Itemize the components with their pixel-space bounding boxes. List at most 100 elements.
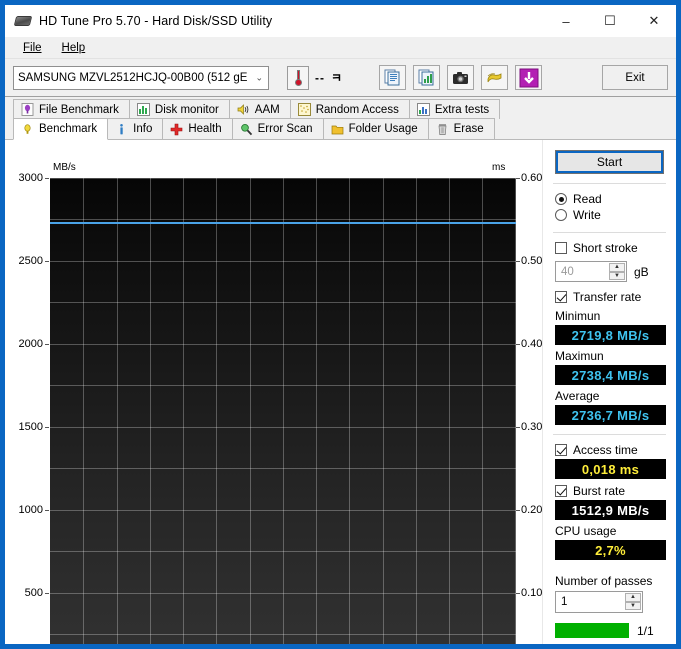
minimize-button[interactable]: – — [544, 5, 588, 37]
short-stroke-label: Short stroke — [573, 241, 638, 255]
disk-monitor-icon — [136, 103, 150, 116]
tab-erase[interactable]: Erase — [427, 118, 495, 140]
short-stroke-checkbox-indicator — [555, 242, 567, 254]
tab-disk-monitor[interactable]: Disk monitor — [128, 99, 230, 119]
benchmark-options-panel: Start Read Write Short stroke 40 ▲ ▼ gB … — [542, 140, 676, 644]
temperature-display: -- ㅋ — [287, 65, 343, 90]
divider-3 — [553, 434, 666, 435]
passes-input[interactable]: 1 ▲ ▼ — [555, 591, 643, 613]
transfer-rate-label: Transfer rate — [573, 290, 642, 304]
copy-graph-icon[interactable] — [413, 65, 441, 90]
maximum-label: Maximun — [555, 349, 604, 363]
y2tick-040: 0.40 — [521, 338, 543, 350]
options-icon[interactable] — [481, 65, 509, 90]
content-area: MB/s ms 3000 2500 2000 1500 1000 500 0.6… — [5, 139, 676, 644]
ytick-1500: 1500 — [18, 421, 43, 433]
progress-bar — [555, 623, 629, 638]
minimum-value: 2719,8 MB/s — [555, 325, 666, 345]
short-stroke-input[interactable]: 40 ▲ ▼ — [555, 261, 627, 282]
tab-health-label: Health — [188, 123, 222, 135]
tab-folder-usage[interactable]: Folder Usage — [322, 118, 429, 140]
ytick-1000: 1000 — [18, 504, 43, 516]
tab-file-benchmark-label: File Benchmark — [39, 103, 119, 116]
thermometer-icon[interactable] — [287, 65, 309, 90]
ytick-3000: 3000 — [18, 172, 43, 184]
radio-write[interactable]: Write — [551, 207, 668, 223]
checkbox-transfer-rate[interactable]: Transfer rate — [551, 289, 668, 305]
menu-help[interactable]: Help — [52, 40, 96, 56]
access-time-checkbox-indicator — [555, 444, 567, 456]
ytick-2000: 2000 — [18, 338, 43, 350]
copy-report-icon[interactable] — [379, 65, 407, 90]
menu-file-label: File — [23, 41, 42, 54]
cpu-usage-value: 2,7% — [555, 540, 666, 560]
tab-info[interactable]: Info — [107, 118, 164, 140]
minimum-label: Minimun — [555, 309, 601, 323]
tab-info-label: Info — [133, 123, 153, 135]
download-icon[interactable] — [515, 65, 543, 90]
tab-aam-label: AAM — [254, 103, 280, 116]
tab-erase-label: Erase — [453, 123, 484, 135]
tab-random-access[interactable]: Random Access — [289, 99, 410, 119]
cpu-usage-label: CPU usage — [555, 524, 617, 538]
hdtune-window: HD Tune Pro 5.70 - Hard Disk/SSD Utility… — [4, 4, 677, 645]
tab-file-benchmark[interactable]: File Benchmark — [13, 99, 130, 119]
passes-stepper[interactable]: ▲ ▼ — [625, 593, 641, 610]
maximum-value: 2738,4 MB/s — [555, 365, 666, 385]
radio-write-label: Write — [573, 208, 601, 222]
radio-read-label: Read — [573, 192, 602, 206]
transfer-rate-line — [50, 222, 516, 224]
short-stroke-stepper[interactable]: ▲ ▼ — [609, 263, 625, 280]
tab-health[interactable]: Health — [162, 118, 233, 140]
health-cross-icon — [170, 123, 183, 136]
tab-aam[interactable]: AAM — [228, 99, 291, 119]
passes-stepper-down[interactable]: ▼ — [625, 601, 641, 610]
file-benchmark-icon — [21, 103, 34, 116]
error-scan-magnifier-icon — [240, 123, 253, 136]
short-stroke-stepper-up[interactable]: ▲ — [609, 263, 625, 272]
toolbar: SAMSUNG MZVL2512HCJQ-00B00 (512 gE ⌄ -- … — [5, 59, 676, 97]
start-button[interactable]: Start — [555, 150, 664, 174]
drive-select-value: SAMSUNG MZVL2512HCJQ-00B00 (512 gE — [18, 71, 248, 84]
info-icon — [115, 123, 128, 136]
drive-select[interactable]: SAMSUNG MZVL2512HCJQ-00B00 (512 gE ⌄ — [13, 65, 269, 90]
divider-1 — [553, 183, 666, 184]
aam-speaker-icon — [237, 103, 250, 116]
tab-extra-tests[interactable]: Extra tests — [408, 99, 501, 119]
checkbox-burst-rate[interactable]: Burst rate — [551, 483, 668, 499]
short-stroke-row: 40 ▲ ▼ gB — [551, 261, 668, 282]
maximize-button[interactable]: ☐ — [588, 5, 632, 37]
tab-error-scan[interactable]: Error Scan — [231, 118, 324, 140]
tab-benchmark[interactable]: Benchmark — [13, 118, 109, 140]
passes-value: 1 — [561, 596, 568, 608]
chart-ylabel: MB/s — [53, 162, 76, 173]
y2tick-060: 0.60 — [521, 172, 543, 184]
passes-label: Number of passes — [555, 574, 653, 588]
checkbox-short-stroke[interactable]: Short stroke — [551, 240, 668, 256]
chevron-down-icon: ⌄ — [255, 72, 263, 82]
y2tick-010: 0.10 — [521, 587, 543, 599]
access-time-value: 0,018 ms — [555, 459, 666, 479]
transfer-rate-checkbox-indicator — [555, 291, 567, 303]
burst-rate-label: Burst rate — [573, 484, 626, 498]
passes-row: 1 ▲ ▼ — [551, 591, 668, 613]
window-title: HD Tune Pro 5.70 - Hard Disk/SSD Utility — [39, 14, 273, 28]
toolbar-buttons — [379, 65, 543, 90]
radio-write-indicator — [555, 209, 567, 221]
tab-random-access-label: Random Access — [315, 103, 399, 116]
erase-trash-icon — [436, 123, 449, 136]
checkbox-access-time[interactable]: Access time — [551, 442, 668, 458]
close-button[interactable]: ✕ — [632, 5, 676, 37]
ytick-500: 500 — [24, 587, 43, 599]
short-stroke-stepper-down[interactable]: ▼ — [609, 271, 625, 280]
passes-stepper-up[interactable]: ▲ — [625, 593, 641, 602]
window-controls: – ☐ ✕ — [544, 5, 676, 37]
ytick-2500: 2500 — [18, 255, 43, 267]
exit-button[interactable]: Exit — [602, 65, 668, 90]
radio-read[interactable]: Read — [551, 191, 668, 207]
chart-y2label: ms — [492, 162, 506, 173]
menu-file[interactable]: File — [13, 40, 52, 56]
average-value: 2736,7 MB/s — [555, 405, 666, 425]
progress-text: 1/1 — [637, 623, 654, 638]
screenshot-icon[interactable] — [447, 65, 475, 90]
